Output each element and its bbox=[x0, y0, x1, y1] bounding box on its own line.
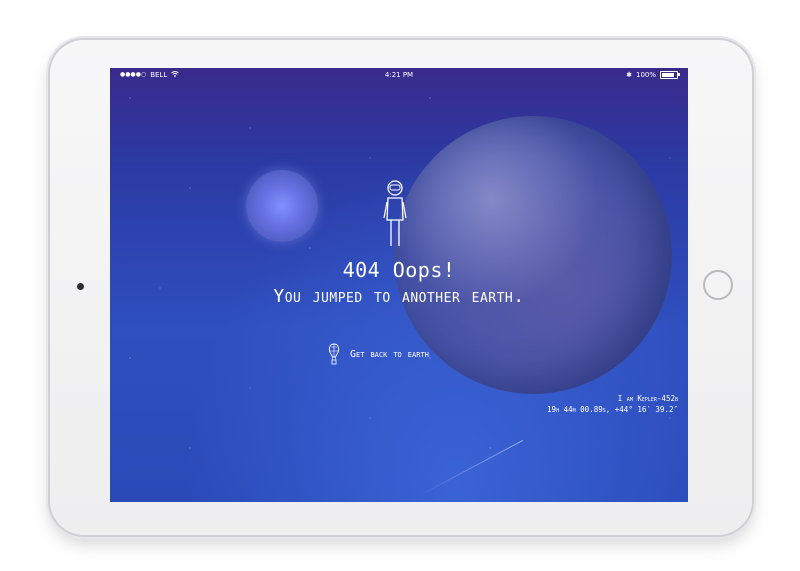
hot-air-balloon-icon bbox=[328, 343, 340, 365]
battery-percent: 100% bbox=[635, 71, 656, 79]
status-right: ✱ 100% bbox=[626, 68, 680, 82]
back-link-label: Get back to earth bbox=[350, 348, 429, 360]
error-title: 404 Oops! bbox=[342, 258, 456, 282]
planet-coordinates: 19h 44m 00.89s, +44° 16′ 39.2″ bbox=[547, 405, 678, 414]
astronaut-icon bbox=[383, 180, 407, 246]
screen: ●●●●○ BELL 4:21 PM ✱ 100% 404 Oops! You … bbox=[110, 68, 688, 502]
planet bbox=[394, 116, 672, 394]
front-camera bbox=[77, 283, 84, 290]
bluetooth-icon: ✱ bbox=[626, 71, 632, 79]
error-subtitle: You jumped to another earth. bbox=[273, 286, 525, 307]
planet-info: I am Kepler-452b 19h 44m 00.89s, +44° 16… bbox=[547, 393, 678, 415]
battery-fill bbox=[662, 73, 674, 77]
home-button[interactable] bbox=[703, 270, 733, 300]
planet-name: I am Kepler-452b bbox=[617, 394, 678, 403]
battery-icon bbox=[660, 71, 680, 79]
back-to-earth-link[interactable]: Get back to earth bbox=[328, 343, 429, 365]
status-time: 4:21 PM bbox=[384, 71, 414, 79]
status-bar: ●●●●○ BELL 4:21 PM ✱ 100% bbox=[110, 68, 688, 82]
moon bbox=[246, 170, 318, 242]
